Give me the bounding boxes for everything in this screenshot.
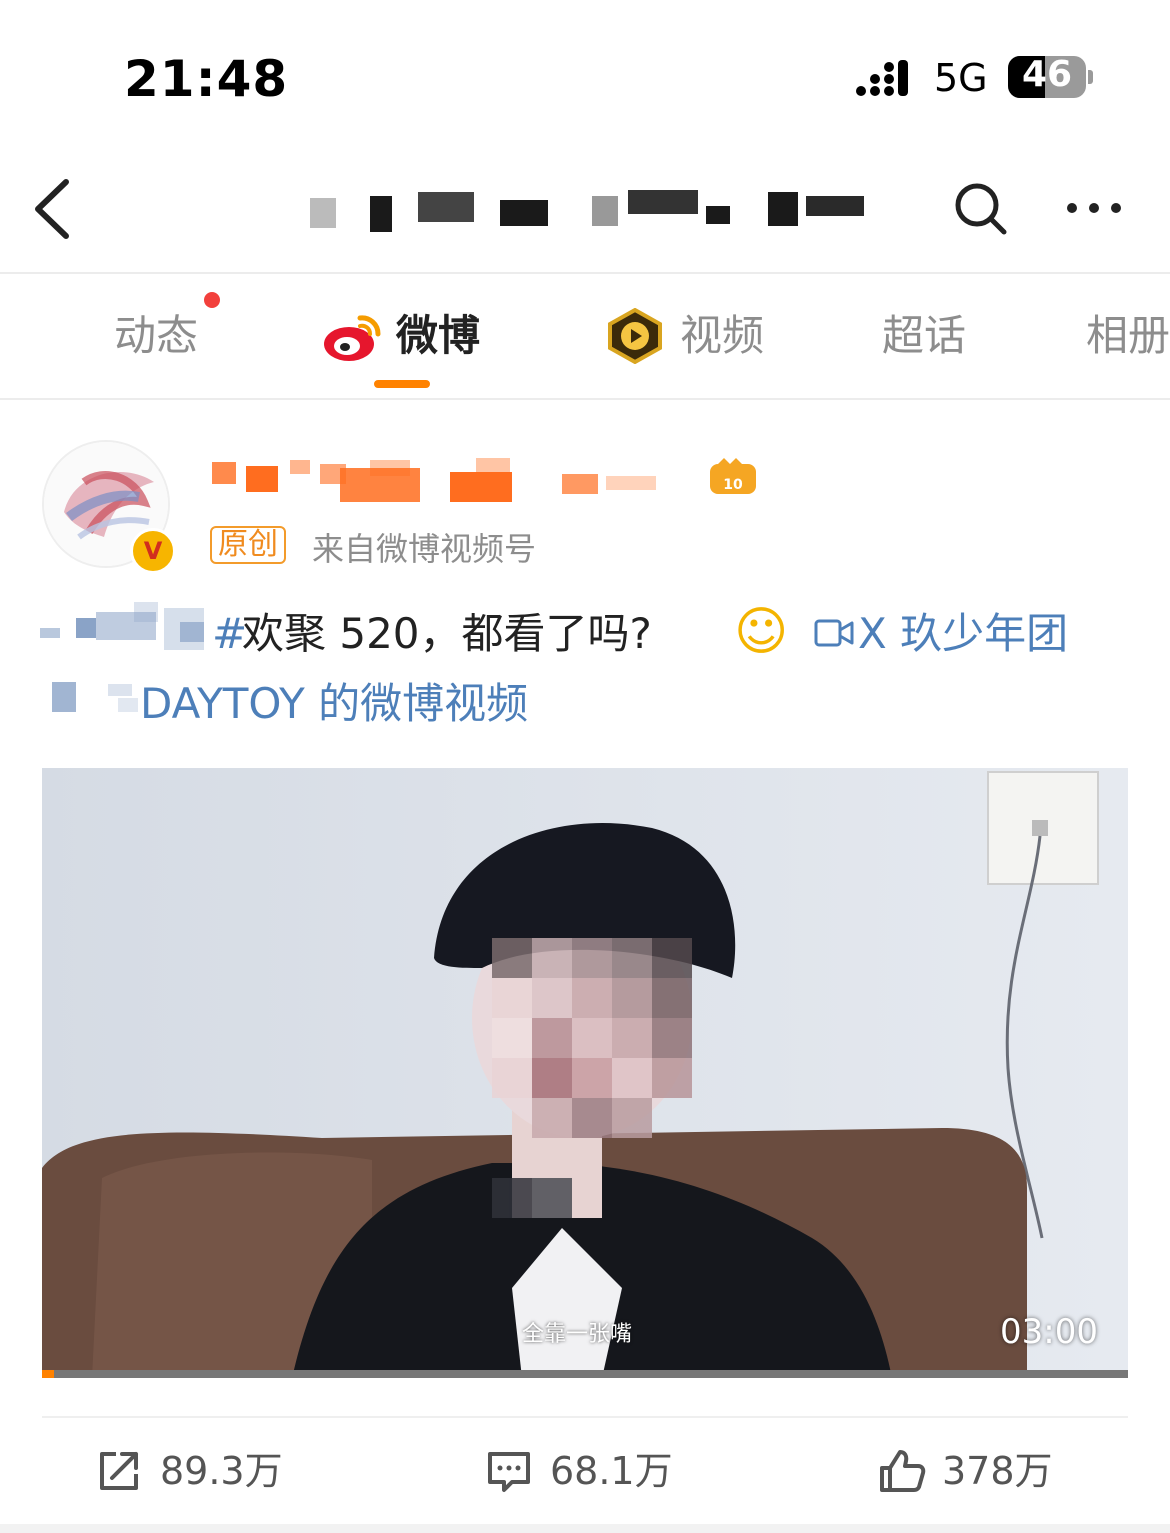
video-thumbnail: [42, 768, 1128, 1378]
tab-dynamics[interactable]: 动态: [114, 310, 198, 366]
tab-label: 动态: [114, 311, 199, 360]
video-link-part1[interactable]: X 玖少年团: [858, 600, 1068, 668]
verified-v-icon: V: [130, 528, 176, 574]
tab-label: 微博: [396, 311, 481, 360]
post-source[interactable]: 来自微博视频号: [312, 524, 536, 570]
tab-label: 视频: [680, 311, 765, 360]
top-nav-bar: [0, 150, 1170, 274]
video-duration: 03:00: [1000, 1312, 1098, 1352]
like-count: 378万: [942, 1449, 1053, 1493]
back-arrow-icon[interactable]: [30, 178, 80, 240]
tab-album[interactable]: 相册: [1086, 310, 1170, 366]
active-tab-indicator: [374, 380, 430, 388]
repost-icon: [100, 1452, 138, 1490]
page-title-redacted: [310, 182, 870, 242]
post-body-text: 欢聚 520，都看了吗?: [242, 609, 652, 658]
notification-dot: [204, 292, 220, 308]
weibo-logo-icon: [324, 315, 381, 361]
tab-label: 超话: [882, 311, 967, 360]
comment-icon: [488, 1452, 530, 1492]
more-options-icon[interactable]: [1064, 190, 1124, 226]
video-subtitle: 全靠一张嘴: [522, 1322, 633, 1347]
video-progress-bar[interactable]: [42, 1370, 1128, 1378]
video-link-icon: [814, 619, 854, 647]
tab-label: 相册: [1086, 311, 1170, 360]
status-time: 21:48: [124, 50, 289, 108]
search-icon[interactable]: [952, 180, 1008, 236]
feed-separator: [0, 1524, 1170, 1533]
video-badge-icon: [608, 308, 662, 364]
thumbs-up-icon: [880, 1450, 926, 1492]
status-bar: 21:48 5G 46: [0, 0, 1170, 150]
repost-count: 89.3万: [160, 1449, 283, 1493]
network-type: 5G: [934, 56, 988, 100]
battery-tip: [1088, 70, 1093, 84]
fan-level-badge-icon: 10: [710, 458, 756, 494]
video-player[interactable]: [42, 768, 1128, 1378]
video-progress-fill: [42, 1370, 54, 1378]
hashtag-redacted[interactable]: [40, 628, 60, 638]
comment-count: 68.1万: [550, 1449, 673, 1493]
battery-level: 46: [1021, 56, 1073, 95]
video-link-part2[interactable]: DAYTOY 的微博视频: [140, 670, 528, 738]
divider: [42, 1416, 1128, 1418]
smile-emoji-icon: ☺: [734, 602, 789, 662]
svg-text:10: 10: [723, 477, 743, 493]
battery-icon: 46: [1008, 56, 1086, 98]
cellular-signal-icon: [856, 60, 908, 96]
tab-weibo[interactable]: 微博: [396, 310, 480, 366]
tab-super-topic[interactable]: 超话: [882, 310, 966, 366]
original-tag: 原创: [210, 526, 286, 564]
profile-tabs: 动态 微博 视频 超话 相册: [0, 274, 1170, 400]
tab-video[interactable]: 视频: [680, 310, 764, 366]
username-redacted[interactable]: [210, 456, 700, 506]
